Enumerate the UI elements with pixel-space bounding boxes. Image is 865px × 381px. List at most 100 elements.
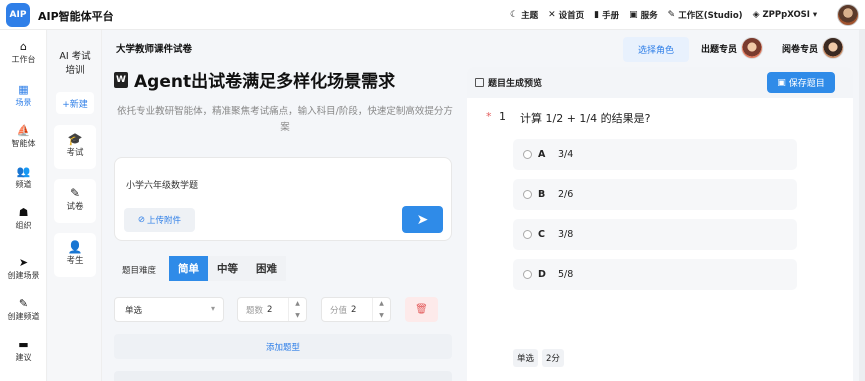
top-menu: ☾ 主题 ✕ 设首页 ▮ 手册 ▣ 服务 ✎ 工作区(Studio) ◈ ZPPpXOSI … [510, 0, 817, 30]
send-button[interactable]: ➤ [402, 206, 443, 233]
increment-icon[interactable]: ▲ [295, 300, 300, 307]
rail-item-create-channel[interactable]: ✎ 创建频道 [0, 297, 47, 322]
question-type-value: 单选 [125, 305, 143, 316]
add-question-type-button[interactable]: 添加题型 [114, 334, 452, 359]
new-button[interactable]: +新建 [56, 92, 94, 114]
option-text: 2/6 [558, 189, 574, 200]
subnav-item-paper[interactable]: ✎ 试卷 [54, 179, 96, 223]
option-letter: C [538, 229, 545, 240]
scrollbar[interactable] [859, 30, 865, 381]
difficulty-easy[interactable]: 简单 [169, 256, 208, 281]
author-avatar [741, 37, 764, 59]
option-text: 5/8 [558, 269, 574, 280]
word-icon: W [114, 71, 128, 88]
rail-item-create-scene[interactable]: ➤ 创建场景 [0, 256, 47, 281]
option-c[interactable]: C 3/8 [513, 219, 797, 250]
option-letter: B [538, 189, 546, 200]
rail-item-label: 创建频道 [7, 312, 40, 321]
user-avatar[interactable] [837, 4, 859, 26]
option-text: 3/8 [558, 229, 574, 240]
top-menu-label: ZPPpXOSI ▾ [762, 10, 818, 20]
decrement-icon[interactable]: ▼ [295, 312, 300, 319]
home-icon: ⌂ [20, 40, 27, 53]
option-a[interactable]: A 3/4 [513, 139, 797, 170]
required-marker: * [486, 110, 492, 123]
score-label: 分值 [330, 305, 348, 316]
count-steps: ▲ ▼ [288, 298, 306, 321]
pencil-icon: ✎ [667, 10, 676, 20]
subnav-item-exam[interactable]: 🎓 考试 [54, 125, 96, 169]
comment-icon: ▬ [18, 338, 29, 351]
decrement-icon[interactable]: ▼ [379, 312, 384, 319]
app-title: AIP智能体平台 [38, 10, 114, 23]
edit-document-icon: ✎ [69, 186, 81, 200]
question-preview-panel: 题目生成预览 ▣ 保存题目 * 1 计算 1/2 + 1/4 的结果是? A 3/4… [467, 67, 853, 381]
question-text: 计算 1/2 + 1/4 的结果是? [520, 112, 651, 125]
option-b[interactable]: B 2/6 [513, 179, 797, 210]
delete-button[interactable]: 🗑 [405, 297, 438, 322]
shield-icon: ◈ [752, 10, 760, 20]
subnav-title-line1: AI 考试 [59, 51, 91, 62]
rail-item-channels[interactable]: 👥 频道 [0, 165, 47, 190]
question-score-tag: 2分 [542, 349, 564, 367]
upload-attachment-button[interactable]: ⊘ 上传附件 [124, 208, 195, 232]
book-icon: ▮ [594, 10, 600, 20]
app-logo[interactable]: AIP [6, 3, 30, 27]
difficulty-medium[interactable]: 中等 [208, 256, 247, 281]
increment-icon[interactable]: ▲ [379, 300, 384, 307]
reviewer-avatar [822, 37, 845, 59]
top-menu-manual[interactable]: ▮ 手册 [594, 9, 619, 21]
rail-item-workbench[interactable]: ⌂ 工作台 [0, 40, 47, 65]
top-menu-set-home[interactable]: ✕ 设首页 [548, 9, 584, 21]
subnav-item-label: 考试 [66, 148, 84, 158]
prompt-input[interactable]: 小学六年级数学题 [126, 178, 198, 191]
top-menu-label: 设首页 [558, 11, 585, 21]
secondary-nav: AI 考试 培训 +新建 🎓 考试 ✎ 试卷 👤 考生 [48, 30, 102, 381]
rail-item-agents[interactable]: ⛵ 智能体 [0, 124, 47, 149]
radio-icon[interactable] [523, 230, 532, 239]
rail-item-label: 智能体 [11, 139, 36, 148]
top-bar: AIP AIP智能体平台 ☾ 主题 ✕ 设首页 ▮ 手册 ▣ 服务 ✎ 工作区(Studi… [0, 0, 865, 30]
rail-item-label: 组织 [15, 221, 32, 230]
rail-item-feedback[interactable]: ▬ 建议 [0, 338, 47, 363]
service-icon: ▣ [629, 10, 638, 20]
role-reviewer[interactable]: 阅卷专员 [782, 37, 845, 59]
radio-icon[interactable] [523, 150, 532, 159]
chevron-down-icon: ▾ [210, 304, 215, 313]
rail-item-scenes[interactable]: ▦ 场景 [0, 83, 47, 108]
top-menu-label: 服务 [640, 11, 658, 21]
difficulty-hard[interactable]: 困难 [247, 256, 286, 281]
top-menu-service[interactable]: ▣ 服务 [629, 9, 658, 21]
calendar-icon: ▦ [18, 83, 29, 96]
preview-title-text: 题目生成预览 [488, 79, 543, 89]
prompt-box[interactable]: 小学六年级数学题 ⊘ 上传附件 ➤ [114, 157, 452, 241]
rail-item-label: 工作台 [11, 55, 36, 64]
rail-item-org[interactable]: ☗ 组织 [0, 206, 47, 231]
save-icon: ▣ [777, 77, 786, 88]
option-letter: D [538, 269, 546, 280]
question-type-select[interactable]: 单选 ▾ [114, 297, 224, 322]
rail-item-label: 创建场景 [7, 271, 40, 280]
page-title: 大学教师课件试卷 [116, 44, 193, 55]
radio-icon[interactable] [523, 190, 532, 199]
top-menu-studio[interactable]: ✎ 工作区(Studio) [668, 9, 743, 21]
top-menu-label: 主题 [521, 11, 539, 21]
question-number: 1 [499, 110, 506, 123]
upload-label: 上传附件 [147, 216, 182, 226]
select-role-button[interactable]: 选择角色 [623, 37, 689, 62]
role-author-label: 出题专员 [701, 44, 738, 55]
option-d[interactable]: D 5/8 [513, 259, 797, 290]
send-icon: ➤ [18, 256, 29, 269]
radio-icon[interactable] [523, 270, 532, 279]
hero-subtitle: 依托专业教研智能体，精准聚焦考试痛点，输入科目/阶段，快速定制高效提分方案 [117, 106, 453, 133]
option-letter: A [538, 149, 546, 160]
top-menu-theme[interactable]: ☾ 主题 [510, 9, 538, 21]
question-type-tag: 单选 [513, 349, 539, 367]
top-menu-account[interactable]: ◈ ZPPpXOSI ▾ [753, 10, 818, 20]
save-questions-button[interactable]: ▣ 保存题目 [767, 72, 835, 93]
question-count-stepper[interactable]: 题数 2 ▲ ▼ [237, 297, 307, 322]
top-menu-label: 工作区(Studio) [678, 11, 743, 21]
subnav-item-examinee[interactable]: 👤 考生 [54, 233, 96, 277]
role-author[interactable]: 出题专员 [701, 37, 764, 59]
score-stepper[interactable]: 分值 2 ▲ ▼ [321, 297, 391, 322]
